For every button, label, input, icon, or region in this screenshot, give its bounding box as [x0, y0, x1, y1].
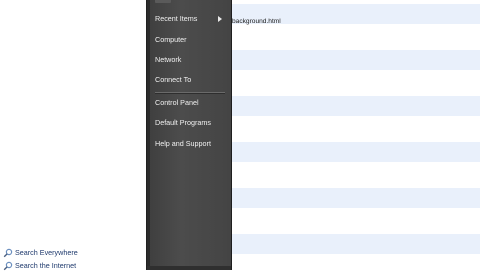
list-row-stripe	[232, 234, 480, 254]
list-row-stripe	[232, 96, 480, 116]
menu-item-label: Computer	[155, 35, 187, 44]
pane-inner-border	[147, 0, 150, 270]
menu-item-network[interactable]: Network	[152, 51, 228, 68]
search-internet-label: Search the Internet	[15, 261, 77, 270]
list-row-stripe	[232, 50, 480, 70]
menu-item-label: Default Programs	[155, 118, 211, 127]
search-links: Search Everywhere Search the Internet	[3, 246, 78, 272]
menu-item-recent-items[interactable]: Recent Items	[152, 10, 228, 27]
search-everywhere-label: Search Everywhere	[15, 248, 78, 257]
start-menu-right-pane: Recent Items Computer Network Connect To…	[146, 0, 232, 270]
background-window: background.html	[232, 0, 480, 270]
menu-item-default-programs[interactable]: Default Programs	[152, 114, 228, 131]
magnifier-icon	[3, 248, 13, 257]
search-internet-link[interactable]: Search the Internet	[3, 259, 78, 272]
menu-item-label: Recent Items	[155, 14, 198, 23]
start-menu-left-pane: Search Everywhere Search the Internet	[0, 0, 146, 270]
list-row-stripe	[232, 188, 480, 208]
menu-item-label: Help and Support	[155, 139, 211, 148]
magnifier-icon	[3, 261, 13, 270]
pane-bottom-edge	[147, 266, 231, 270]
search-everywhere-link[interactable]: Search Everywhere	[3, 246, 78, 259]
list-row-stripe	[232, 142, 480, 162]
background-file-name[interactable]: background.html	[232, 18, 281, 25]
menu-item-label: Control Panel	[155, 98, 199, 107]
menu-item-help-and-support[interactable]: Help and Support	[152, 135, 228, 152]
menu-item-label: Network	[155, 55, 182, 64]
truncated-item	[155, 0, 171, 3]
menu-item-label: Connect To	[155, 75, 192, 84]
menu-item-connect-to[interactable]: Connect To	[152, 71, 228, 88]
menu-item-control-panel[interactable]: Control Panel	[152, 94, 228, 111]
submenu-arrow-icon	[218, 16, 222, 22]
menu-item-computer[interactable]: Computer	[152, 31, 228, 48]
